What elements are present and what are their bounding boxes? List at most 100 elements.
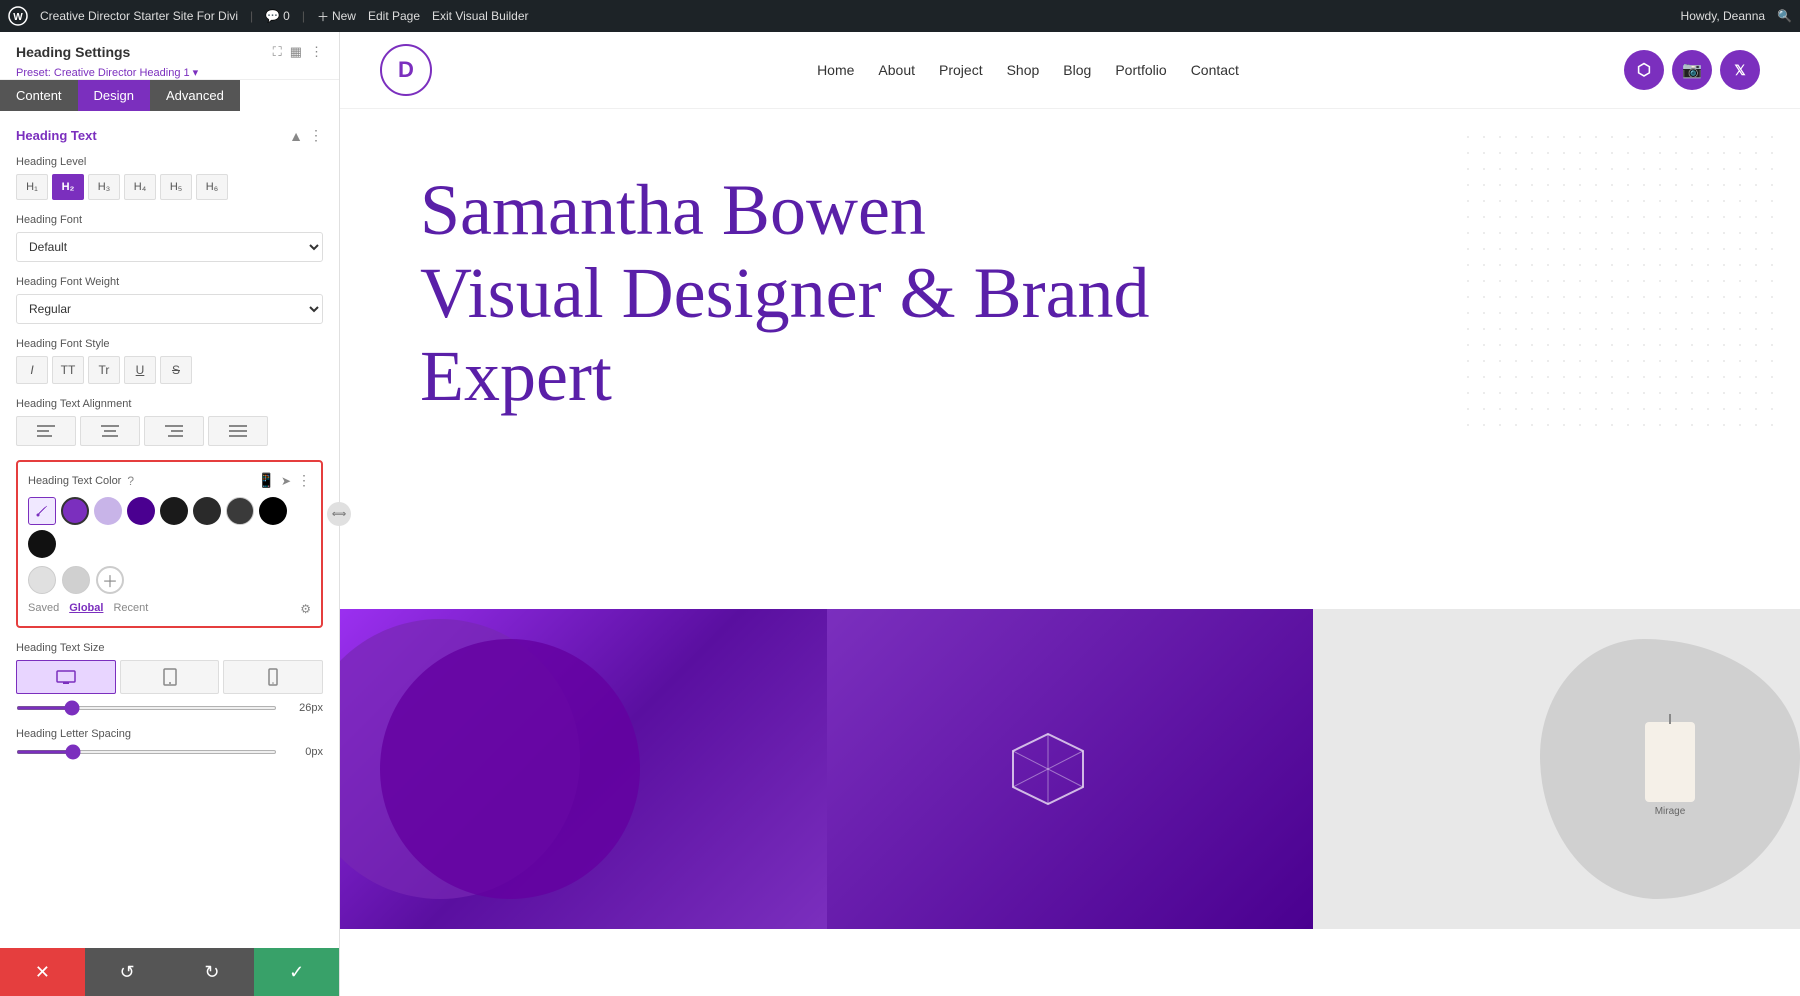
cancel-button[interactable]: ✕ — [0, 948, 85, 996]
undo-button[interactable]: ↺ — [85, 948, 170, 996]
tablet-icon — [163, 668, 177, 686]
color-settings-icon[interactable]: ⚙ — [300, 602, 311, 616]
color-section-label: Heading Text Color ? — [28, 474, 134, 488]
admin-bar: W Creative Director Starter Site For Div… — [0, 0, 1800, 32]
capitalize-button[interactable]: Tr — [88, 356, 120, 384]
color-tab-recent[interactable]: Recent — [113, 602, 148, 616]
color-help-icon[interactable]: ? — [127, 474, 134, 488]
size-slider[interactable] — [16, 706, 277, 710]
image-right: Mirage — [1313, 609, 1800, 929]
color-swatch-white1[interactable] — [28, 566, 56, 594]
site-logo[interactable]: D — [380, 44, 432, 96]
nav-project[interactable]: Project — [939, 62, 983, 78]
heading-font-select[interactable]: Default — [16, 232, 323, 262]
admin-bar-search-icon[interactable]: 🔍 — [1777, 9, 1792, 23]
image-left — [340, 609, 827, 929]
color-tab-global[interactable]: Global — [69, 602, 103, 616]
images-section: ••• Mirage — [340, 609, 1800, 929]
h1-button[interactable]: H₁ — [16, 174, 48, 200]
hero-title: Samantha Bowen Visual Designer & Brand E… — [420, 169, 1220, 417]
nav-contact[interactable]: Contact — [1191, 62, 1239, 78]
letter-spacing-value: 0px — [287, 746, 323, 758]
color-arrow-icon[interactable]: ➤ — [281, 474, 291, 488]
panel-fullscreen-icon[interactable]: ⛶ — [273, 44, 282, 60]
heading-font-group: Heading Font Default — [16, 214, 323, 262]
h3-button[interactable]: H₃ — [88, 174, 120, 200]
heading-alignment-buttons — [16, 416, 323, 446]
hero-line2: Visual Designer & Brand — [420, 253, 1150, 333]
color-swatch-light-purple[interactable] — [94, 497, 122, 525]
save-button[interactable]: ✓ — [254, 948, 339, 996]
panel-tabs: Content Design Advanced — [0, 80, 339, 111]
tab-advanced[interactable]: Advanced — [150, 80, 240, 111]
color-swatch-dark1[interactable] — [160, 497, 188, 525]
nav-about[interactable]: About — [878, 62, 915, 78]
nav-shop[interactable]: Shop — [1007, 62, 1040, 78]
nav-blog[interactable]: Blog — [1063, 62, 1091, 78]
align-left-button[interactable] — [16, 416, 76, 446]
strikethrough-button[interactable]: S — [160, 356, 192, 384]
align-justify-button[interactable] — [208, 416, 268, 446]
admin-bar-howdy: Howdy, Deanna — [1681, 9, 1766, 23]
section-collapse-icon[interactable]: ▲ — [289, 128, 303, 144]
color-mobile-icon[interactable]: 📱 — [258, 472, 275, 489]
eyedropper-tool[interactable] — [28, 497, 56, 525]
panel-header: Heading Settings ⛶ ▦ ⋮ Preset: Creative … — [0, 32, 339, 80]
site-nav-social: ⬡ 📷 𝕏 — [1624, 50, 1760, 90]
blob-shape: Mirage — [1540, 639, 1800, 899]
italic-button[interactable]: I — [16, 356, 48, 384]
h4-button[interactable]: H₄ — [124, 174, 156, 200]
comment-icon: 💬 — [265, 9, 280, 23]
section-menu-icon[interactable]: ⋮ — [309, 127, 323, 144]
eyedropper-icon — [35, 504, 49, 518]
size-mobile-button[interactable] — [223, 660, 323, 694]
align-right-icon — [165, 425, 183, 437]
panel-layout-icon[interactable]: ▦ — [290, 44, 302, 60]
h5-button[interactable]: H₅ — [160, 174, 192, 200]
color-swatch-purple[interactable] — [61, 497, 89, 525]
redo-button[interactable]: ↻ — [170, 948, 255, 996]
uppercase-button[interactable]: TT — [52, 356, 84, 384]
color-swatch-black[interactable] — [259, 497, 287, 525]
heading-text-size-group: Heading Text Size 26px — [16, 642, 323, 714]
h6-button[interactable]: H₆ — [196, 174, 228, 200]
admin-bar-edit-page[interactable]: Edit Page — [368, 9, 420, 23]
align-justify-icon — [229, 425, 247, 437]
panel-preset[interactable]: Preset: Creative Director Heading 1 ▾ — [16, 66, 323, 79]
circle-overlay — [380, 639, 640, 899]
align-right-button[interactable] — [144, 416, 204, 446]
color-swatch-add[interactable]: ＋ — [96, 566, 124, 594]
letter-spacing-slider[interactable] — [16, 750, 277, 754]
nav-home[interactable]: Home — [817, 62, 854, 78]
color-swatch-dark3[interactable] — [226, 497, 254, 525]
color-swatch-dark-purple[interactable] — [127, 497, 155, 525]
color-swatch-black2[interactable] — [28, 530, 56, 558]
panel-menu-icon[interactable]: ⋮ — [310, 44, 323, 60]
admin-bar-new[interactable]: ＋ New — [317, 8, 356, 25]
color-swatch-white2[interactable] — [62, 566, 90, 594]
admin-bar-comment[interactable]: 💬 0 — [265, 9, 290, 23]
candle-wick — [1669, 714, 1671, 724]
color-section-icons: 📱 ➤ ⋮ — [258, 472, 312, 489]
social-instagram[interactable]: 📷 — [1672, 50, 1712, 90]
tab-content[interactable]: Content — [0, 80, 78, 111]
tab-design[interactable]: Design — [78, 80, 150, 111]
underline-button[interactable]: U — [124, 356, 156, 384]
heading-font-weight-select[interactable]: Regular — [16, 294, 323, 324]
h2-button[interactable]: H₂ — [52, 174, 84, 200]
social-twitter[interactable]: 𝕏 — [1720, 50, 1760, 90]
letter-spacing-slider-row: 0px — [16, 746, 323, 758]
size-tablet-button[interactable] — [120, 660, 220, 694]
color-menu-icon[interactable]: ⋮ — [297, 472, 311, 489]
resize-handle[interactable]: ⟺ — [327, 502, 351, 526]
color-tab-saved[interactable]: Saved — [28, 602, 59, 616]
align-center-button[interactable] — [80, 416, 140, 446]
nav-portfolio[interactable]: Portfolio — [1115, 62, 1166, 78]
admin-bar-exit[interactable]: Exit Visual Builder — [432, 9, 529, 23]
panel-content: Heading Text ▲ ⋮ Heading Level H₁ H₂ H₃ … — [0, 111, 339, 948]
candle — [1645, 722, 1695, 802]
social-dribbble[interactable]: ⬡ — [1624, 50, 1664, 90]
size-desktop-button[interactable] — [16, 660, 116, 694]
color-swatch-dark2[interactable] — [193, 497, 221, 525]
hex-diamond-icon — [1008, 729, 1088, 809]
